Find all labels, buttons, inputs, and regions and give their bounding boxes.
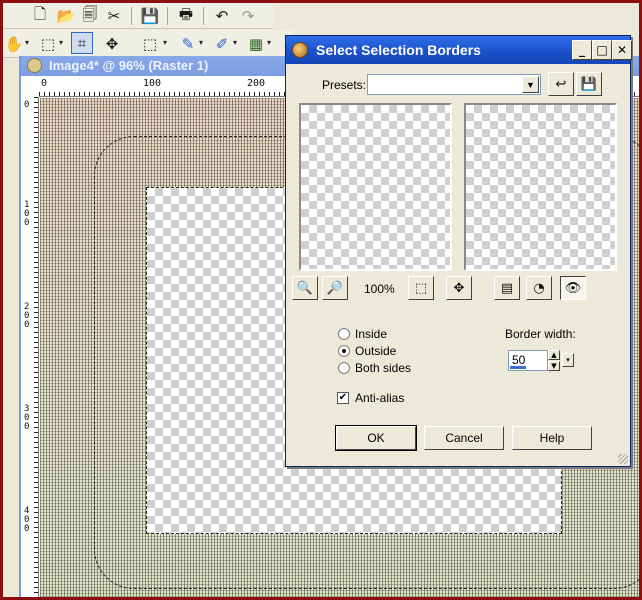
after-preview[interactable] [464, 103, 617, 271]
pan-preview-button[interactable]: ✥ [446, 276, 472, 300]
zoom-level: 100% [364, 282, 395, 296]
print-icon[interactable]: 🖶 [175, 5, 197, 27]
auto-preview-toggle[interactable]: 👁 [560, 276, 586, 300]
move-icon[interactable]: ✥ [101, 33, 123, 55]
save-preset-button[interactable]: 💾 [576, 72, 602, 96]
presets-dropdown[interactable]: ▼ [367, 74, 541, 95]
undo-icon[interactable]: ↶ [211, 5, 233, 27]
inside-label: Inside [355, 327, 388, 341]
image-document-icon [27, 58, 42, 73]
ruler-label: 0 [24, 100, 30, 110]
anti-alias-checkbox[interactable]: ✔ [337, 392, 349, 404]
pan-icon[interactable]: ✋ [3, 33, 25, 55]
zoom-in-button[interactable]: 🔎 [322, 276, 348, 300]
ruler-label: 200 [247, 78, 266, 89]
zoom-out-icon: 🔍 [296, 280, 314, 296]
cut-icon[interactable]: ✂ [103, 5, 125, 27]
ruler-label: 300 [24, 404, 30, 432]
ruler-label: 400 [24, 506, 30, 534]
spin-dropdown-button[interactable]: ▾ [562, 353, 574, 367]
marquee-dropdown-icon[interactable]: ▾ [59, 38, 63, 47]
ruler-label: 100 [24, 200, 30, 228]
vertical-ruler: 0 100 200 300 400 [21, 97, 39, 597]
maximize-button[interactable]: □ [592, 40, 612, 60]
ruler-label: 100 [143, 78, 162, 89]
clone-brush-icon[interactable]: ✐ [211, 33, 233, 55]
save-icon[interactable]: 💾 [139, 5, 161, 27]
redo-icon[interactable]: ↷ [237, 5, 259, 27]
save-icon: 💾 [580, 76, 598, 92]
auto-proof-button[interactable]: ◔ [526, 276, 552, 300]
image-window-title-text: Image4* @ 96% (Raster 1) [49, 58, 209, 73]
before-preview[interactable] [299, 103, 452, 271]
zoom-in-icon: 🔎 [326, 280, 344, 296]
rect-selection-icon[interactable]: ⬚ [139, 33, 161, 55]
both-sides-label: Both sides [355, 361, 412, 375]
outside-label: Outside [355, 344, 397, 358]
after-preview-image [466, 105, 615, 269]
border-width-slider-indicator [510, 366, 526, 369]
spin-up-button[interactable]: ▲ [548, 350, 560, 360]
app-frame: 🗋 📂 🗐 ✂ 💾 🖶 ↶ ↷ ✋ ▾ ⬚ ▾ ⌗ ✥ ⬚ ▾ ✎ ▾ ✐ ▾ … [3, 3, 639, 597]
dialog-title: Select Selection Borders [316, 42, 481, 58]
before-preview-image [301, 105, 450, 269]
close-button[interactable]: ✕ [612, 40, 632, 60]
proof-icon: ◔ [533, 280, 545, 296]
new-file-icon[interactable]: 🗋 [29, 5, 51, 27]
spin-down-button[interactable]: ▼ [548, 361, 560, 371]
reset-preset-button[interactable]: ↩ [548, 72, 574, 96]
layers-icon[interactable]: ▦ [245, 33, 267, 55]
paint-brush-icon[interactable]: ✎ [177, 33, 199, 55]
pan-dropdown-icon[interactable]: ▾ [25, 38, 29, 47]
both-sides-radio[interactable] [338, 362, 350, 374]
eye-icon: 👁 [564, 280, 582, 296]
app-icon [292, 42, 308, 58]
browse-icon[interactable]: 🗐 [79, 5, 101, 27]
resize-grip[interactable] [618, 454, 628, 464]
select-selection-borders-dialog: Select Selection Borders _ □ ✕ Presets: … [285, 35, 632, 467]
selection-dropdown-icon[interactable]: ▾ [163, 38, 167, 47]
tools-toolbar: ✋ ▾ ⬚ ▾ ⌗ ✥ ⬚ ▾ ✎ ▾ ✐ ▾ ▦ ▾ [3, 30, 293, 58]
help-button[interactable]: Help [512, 426, 592, 450]
show-original-button[interactable]: ▤ [494, 276, 520, 300]
fit-icon: ⬚ [414, 280, 428, 296]
ruler-label: 200 [24, 302, 30, 330]
minimize-button[interactable]: _ [572, 40, 592, 60]
crop-icon[interactable]: ⌗ [71, 32, 93, 54]
chevron-down-icon[interactable]: ▼ [522, 76, 539, 93]
ok-button[interactable]: OK [335, 425, 417, 451]
anti-alias-label: Anti-alias [355, 391, 405, 405]
border-width-input[interactable]: 50 [508, 350, 548, 371]
clone-dropdown-icon[interactable]: ▾ [233, 38, 237, 47]
brush-dropdown-icon[interactable]: ▾ [199, 38, 203, 47]
zoom-to-fit-button[interactable]: ⬚ [408, 276, 434, 300]
ruler-label: 0 [41, 78, 48, 89]
outside-radio[interactable] [338, 345, 350, 357]
standard-toolbar: 🗋 📂 🗐 ✂ 💾 🖶 ↶ ↷ [3, 3, 273, 29]
cancel-button[interactable]: Cancel [424, 426, 504, 450]
inside-radio[interactable] [338, 328, 350, 340]
move-icon: ✥ [453, 280, 465, 296]
reset-icon: ↩ [555, 76, 567, 92]
border-width-label: Border width: [505, 327, 576, 341]
border-width-value: 50 [512, 353, 526, 367]
zoom-out-button[interactable]: 🔍 [292, 276, 318, 300]
selection-marquee-icon[interactable]: ⬚ [37, 33, 59, 55]
presets-label: Presets: [322, 78, 367, 92]
layers-dropdown-icon[interactable]: ▾ [267, 38, 271, 47]
preview-window-icon: ▤ [500, 280, 514, 296]
open-folder-icon[interactable]: 📂 [55, 5, 77, 27]
